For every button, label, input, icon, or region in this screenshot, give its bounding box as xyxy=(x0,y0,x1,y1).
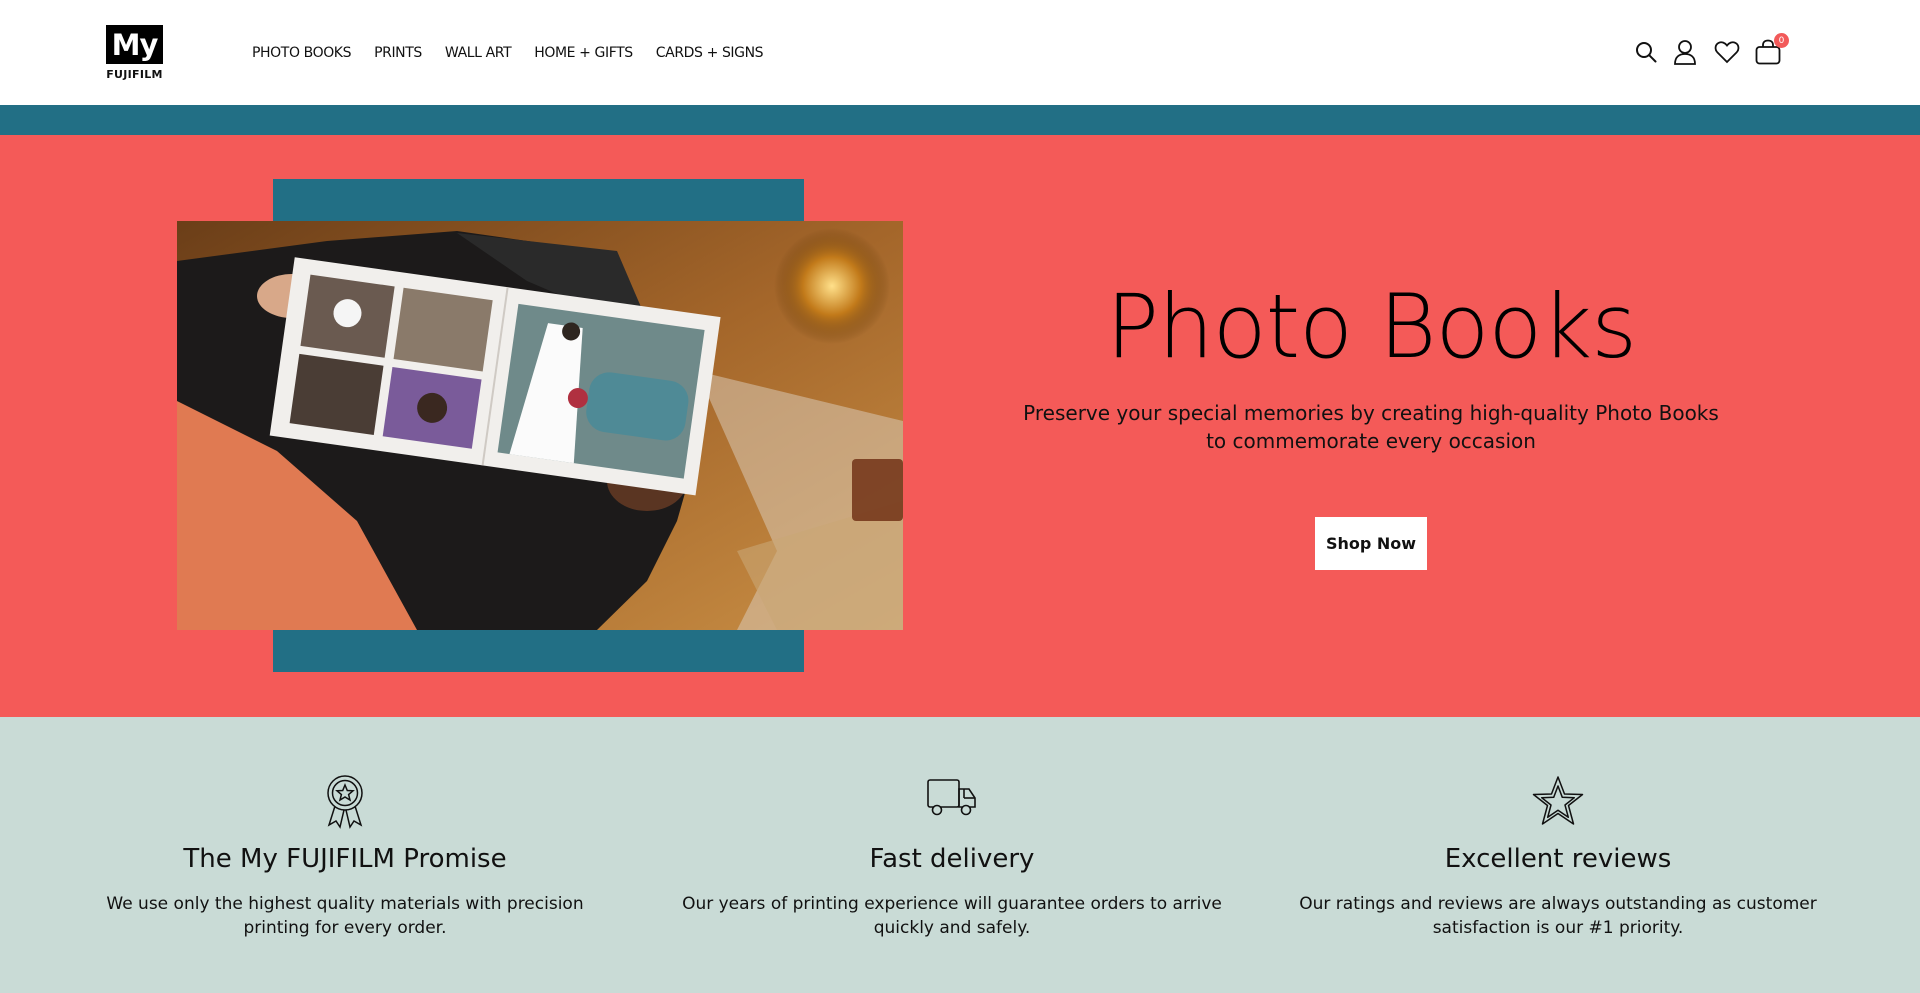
main-navigation: PHOTO BOOKS PRINTS WALL ART HOME + GIFTS… xyxy=(252,45,786,61)
delivery-truck-icon xyxy=(926,775,978,823)
logo-my-text: My xyxy=(106,25,163,64)
wishlist-heart-icon[interactable] xyxy=(1713,38,1741,66)
header-actions: 0 xyxy=(1632,33,1789,66)
hero-photo-book-image xyxy=(177,221,903,630)
feature-delivery-text: Our years of printing experience will gu… xyxy=(682,894,1222,938)
feature-promise-text: We use only the highest quality material… xyxy=(106,894,584,938)
site-header: My FUJIFILM PHOTO BOOKS PRINTS WALL ART … xyxy=(0,0,1920,105)
my-fujifilm-logo[interactable]: My FUJIFILM xyxy=(106,25,163,81)
announcement-bar xyxy=(0,105,1920,135)
feature-delivery-title: Fast delivery xyxy=(869,844,1035,874)
feature-reviews-text: Our ratings and reviews are always outst… xyxy=(1299,894,1817,938)
nav-photo-books[interactable]: PHOTO BOOKS xyxy=(252,45,351,61)
nav-wall-art[interactable]: WALL ART xyxy=(445,45,512,61)
award-ribbon-icon xyxy=(323,775,367,833)
photo-book-illustration xyxy=(177,221,903,630)
cart-count-badge: 0 xyxy=(1774,33,1789,48)
hero-subtitle: Preserve your special memories by creati… xyxy=(1023,401,1719,453)
hero-title: Photo Books xyxy=(1105,275,1637,378)
feature-promise-title: The My FUJIFILM Promise xyxy=(183,844,507,874)
features-section: The My FUJIFILM Promise We use only the … xyxy=(0,717,1920,993)
nav-prints[interactable]: PRINTS xyxy=(374,45,422,61)
shop-now-button[interactable]: Shop Now xyxy=(1315,517,1427,570)
cart-bag-icon[interactable]: 0 xyxy=(1754,33,1789,66)
account-icon[interactable] xyxy=(1671,38,1699,66)
search-icon[interactable] xyxy=(1632,38,1660,66)
nav-cards-signs[interactable]: CARDS + SIGNS xyxy=(656,45,764,61)
hero-banner: Photo Books Preserve your special memori… xyxy=(0,135,1920,717)
logo-fujifilm-text: FUJIFILM xyxy=(106,68,163,81)
feature-reviews-title: Excellent reviews xyxy=(1444,844,1672,874)
star-icon xyxy=(1532,775,1584,831)
nav-home-gifts[interactable]: HOME + GIFTS xyxy=(534,45,633,61)
